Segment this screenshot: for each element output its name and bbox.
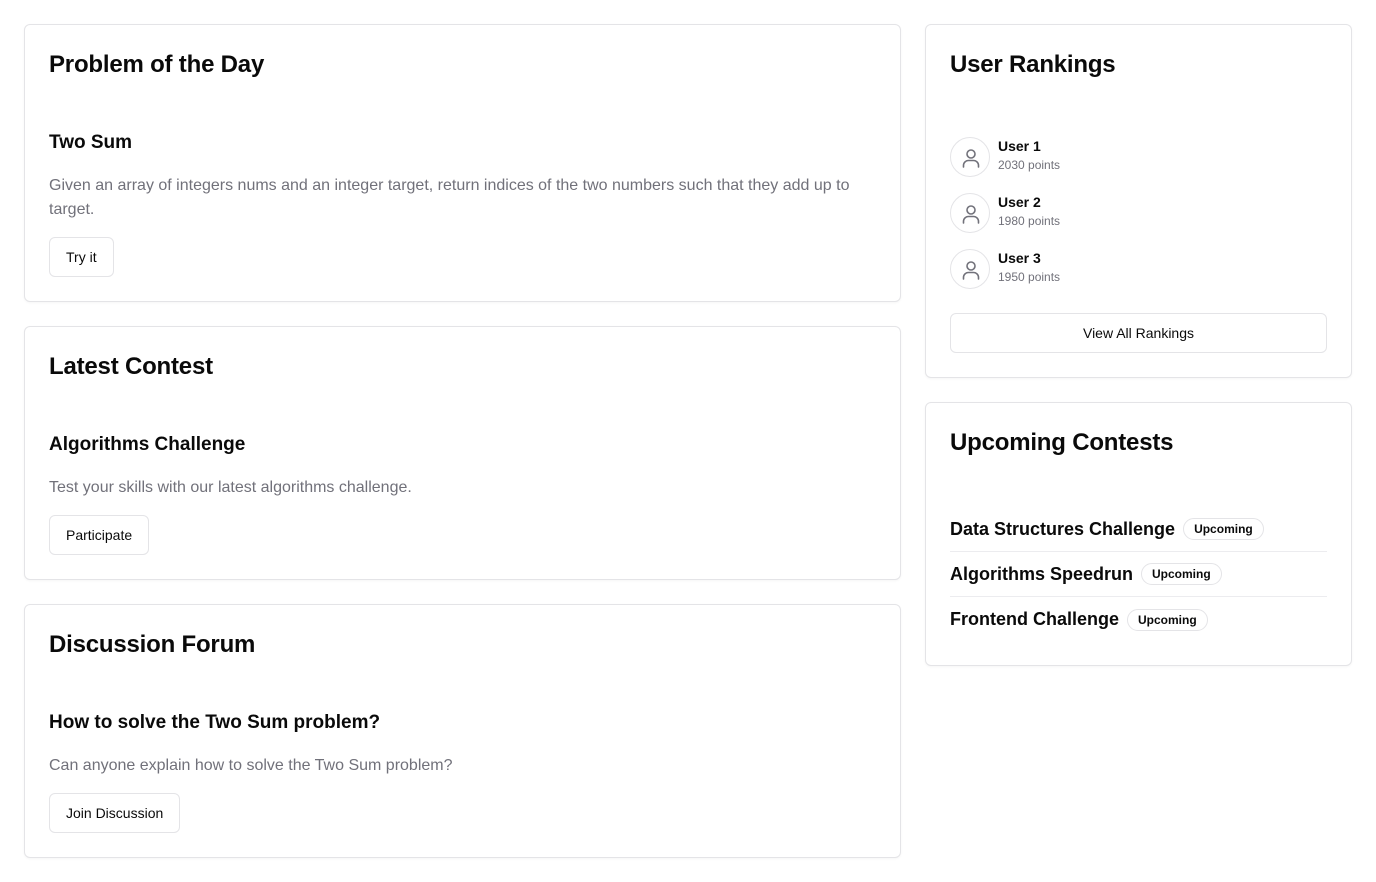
- upcoming-contest-name: Algorithms Speedrun: [950, 563, 1134, 584]
- latest-contest-card: Latest Contest Algorithms Challenge Test…: [24, 326, 901, 580]
- upcoming-contest-name: Data Structures Challenge: [950, 518, 1176, 539]
- status-badge: Upcoming: [1141, 563, 1222, 585]
- ranking-row: User 3 1950 points: [950, 249, 1250, 289]
- user-icon: [962, 261, 980, 280]
- contest-title: Algorithms Challenge: [49, 434, 246, 455]
- card-title: User Rankings: [950, 51, 1116, 78]
- status-badge: Upcoming: [1183, 518, 1264, 540]
- upcoming-contest-item[interactable]: Algorithms Speedrun Upcoming: [950, 552, 1327, 597]
- upcoming-contest-name: Frontend Challenge: [950, 609, 1120, 629]
- ranking-row: User 1 2030 points: [950, 137, 1250, 177]
- card-title: Latest Contest: [49, 353, 213, 380]
- avatar: [950, 249, 990, 289]
- discussion-description: Can anyone explain how to solve the Two …: [49, 757, 453, 774]
- ranking-user-name: User 1: [998, 138, 1041, 154]
- view-all-rankings-button[interactable]: View All Rankings: [950, 313, 1327, 353]
- participate-button[interactable]: Participate: [49, 515, 150, 555]
- upcoming-contests-card: Upcoming Contests Data Structures Challe…: [925, 402, 1352, 666]
- ranking-user-points: 1950 points: [998, 270, 1061, 284]
- card-title: Problem of the Day: [49, 51, 265, 78]
- try-it-button[interactable]: Try it: [49, 237, 114, 277]
- ranking-user-points: 2030 points: [998, 158, 1061, 172]
- upcoming-contest-item[interactable]: Data Structures Challenge Upcoming: [950, 507, 1327, 552]
- problem-of-the-day-card: Problem of the Day Two Sum Given an arra…: [24, 24, 901, 302]
- contest-description: Test your skills with our latest algorit…: [49, 479, 412, 496]
- avatar: [950, 137, 990, 177]
- user-rankings-card: User Rankings User 1 2030 points User 2 …: [925, 24, 1352, 378]
- problem-description: Given an array of integers nums and an i…: [49, 177, 850, 218]
- problem-title: Two Sum: [49, 132, 133, 153]
- join-discussion-button[interactable]: Join Discussion: [49, 793, 181, 833]
- discussion-forum-card: Discussion Forum How to solve the Two Su…: [24, 604, 901, 858]
- upcoming-contest-item[interactable]: Frontend Challenge Upcoming: [950, 597, 1327, 642]
- ranking-row: User 2 1980 points: [950, 193, 1250, 233]
- status-badge: Upcoming: [1127, 608, 1208, 631]
- ranking-user-name: User 3: [998, 250, 1041, 266]
- discussion-title: How to solve the Two Sum problem?: [49, 712, 381, 733]
- ranking-user-points: 1980 points: [998, 214, 1061, 228]
- dashboard-page: Problem of the Day Two Sum Given an arra…: [0, 0, 1376, 882]
- card-title: Discussion Forum: [49, 631, 256, 658]
- avatar: [950, 193, 990, 233]
- user-icon: [962, 205, 980, 224]
- user-icon: [962, 149, 980, 168]
- ranking-user-name: User 2: [998, 194, 1041, 210]
- card-title: Upcoming Contests: [950, 429, 1174, 456]
